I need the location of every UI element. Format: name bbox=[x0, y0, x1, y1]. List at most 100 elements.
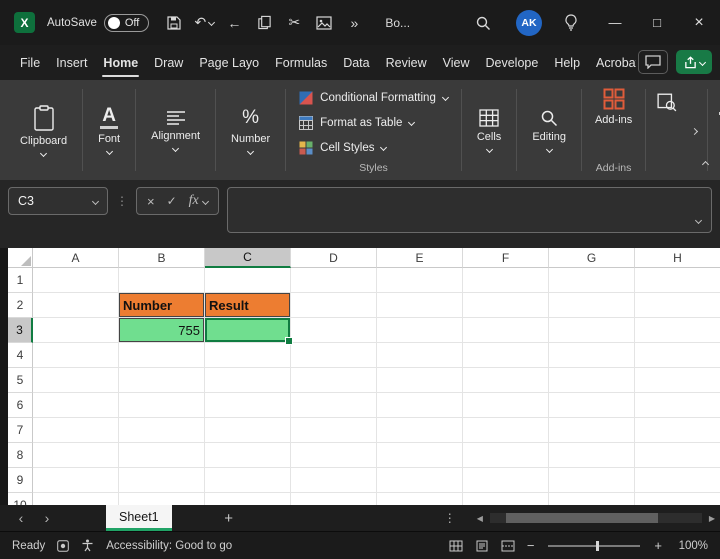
cell-F7[interactable] bbox=[463, 418, 549, 443]
cell-G3[interactable] bbox=[549, 318, 635, 343]
cell-A2[interactable] bbox=[33, 293, 119, 318]
tab-help[interactable]: Help bbox=[546, 45, 588, 80]
horizontal-scrollbar[interactable] bbox=[489, 513, 702, 523]
insert-function-button[interactable]: fx bbox=[189, 193, 209, 209]
macro-record-button[interactable] bbox=[57, 539, 70, 552]
close-button[interactable]: × bbox=[678, 0, 720, 45]
excel-logo-icon[interactable]: X bbox=[14, 12, 35, 33]
row-header-9[interactable]: 9 bbox=[8, 468, 33, 493]
cell-H1[interactable] bbox=[635, 268, 720, 293]
autosave-switch[interactable]: Off bbox=[103, 13, 150, 32]
search-button[interactable] bbox=[470, 9, 496, 37]
cell-H2[interactable] bbox=[635, 293, 720, 318]
accessibility-checker-button[interactable] bbox=[81, 539, 94, 552]
cell-A5[interactable] bbox=[33, 368, 119, 393]
cell-D10[interactable] bbox=[291, 493, 377, 505]
column-header-a[interactable]: A bbox=[33, 248, 119, 268]
scroll-left-button[interactable]: ◀ bbox=[472, 514, 488, 523]
maximize-button[interactable]: □ bbox=[636, 0, 678, 45]
column-header-e[interactable]: E bbox=[377, 248, 463, 268]
cell-D3[interactable] bbox=[291, 318, 377, 343]
normal-view-button[interactable] bbox=[449, 540, 463, 552]
name-box[interactable]: C3 bbox=[8, 187, 108, 215]
cell-E8[interactable] bbox=[377, 443, 463, 468]
clipped-ribbon-button[interactable]: A bbox=[711, 80, 720, 180]
editing-group-button[interactable]: Editing bbox=[520, 80, 578, 180]
cell-C7[interactable] bbox=[205, 418, 291, 443]
cell-F6[interactable] bbox=[463, 393, 549, 418]
account-avatar[interactable]: AK bbox=[516, 9, 542, 36]
comments-button[interactable] bbox=[638, 50, 668, 74]
tab-draw[interactable]: Draw bbox=[146, 45, 191, 80]
cell-B4[interactable] bbox=[119, 343, 205, 368]
cell-C5[interactable] bbox=[205, 368, 291, 393]
cell-F1[interactable] bbox=[463, 268, 549, 293]
cell-F8[interactable] bbox=[463, 443, 549, 468]
page-break-view-button[interactable] bbox=[501, 540, 515, 552]
tab-page-layo[interactable]: Page Layo bbox=[191, 45, 267, 80]
tab-develope[interactable]: Develope bbox=[477, 45, 546, 80]
new-sheet-button[interactable]: + bbox=[218, 510, 240, 527]
cell-G5[interactable] bbox=[549, 368, 635, 393]
share-button[interactable] bbox=[676, 50, 712, 74]
cell-G2[interactable] bbox=[549, 293, 635, 318]
cell-C8[interactable] bbox=[205, 443, 291, 468]
cell-E5[interactable] bbox=[377, 368, 463, 393]
scroll-right-button[interactable]: ▶ bbox=[704, 514, 720, 523]
cell-F10[interactable] bbox=[463, 493, 549, 505]
prev-sheet-button[interactable]: ‹ bbox=[8, 510, 34, 526]
cell-H5[interactable] bbox=[635, 368, 720, 393]
cell-G1[interactable] bbox=[549, 268, 635, 293]
cell-A7[interactable] bbox=[33, 418, 119, 443]
cell-C1[interactable] bbox=[205, 268, 291, 293]
cell-D5[interactable] bbox=[291, 368, 377, 393]
cell-A1[interactable] bbox=[33, 268, 119, 293]
column-header-h[interactable]: H bbox=[635, 248, 720, 268]
cell-D8[interactable] bbox=[291, 443, 377, 468]
zoom-slider-handle[interactable] bbox=[596, 540, 600, 551]
number-group-button[interactable]: % Number bbox=[219, 80, 282, 180]
tab-data[interactable]: Data bbox=[335, 45, 377, 80]
cell-D9[interactable] bbox=[291, 468, 377, 493]
picture-button[interactable] bbox=[311, 9, 337, 37]
cells-group-button[interactable]: Cells bbox=[465, 80, 513, 180]
collapse-ribbon-button[interactable] bbox=[701, 154, 710, 172]
tab-insert[interactable]: Insert bbox=[48, 45, 95, 80]
row-header-1[interactable]: 1 bbox=[8, 268, 33, 293]
row-header-3[interactable]: 3 bbox=[8, 318, 33, 343]
more-commands-button[interactable]: » bbox=[341, 9, 367, 37]
tab-formulas[interactable]: Formulas bbox=[267, 45, 335, 80]
clipboard-group-button[interactable]: Clipboard bbox=[8, 80, 79, 180]
column-header-f[interactable]: F bbox=[463, 248, 549, 268]
cell-C6[interactable] bbox=[205, 393, 291, 418]
cell-E6[interactable] bbox=[377, 393, 463, 418]
row-header-7[interactable]: 7 bbox=[8, 418, 33, 443]
cell-H6[interactable] bbox=[635, 393, 720, 418]
column-header-c[interactable]: C bbox=[205, 248, 291, 268]
select-all-button[interactable] bbox=[8, 248, 33, 268]
cell-D2[interactable] bbox=[291, 293, 377, 318]
cell-F4[interactable] bbox=[463, 343, 549, 368]
cell-B2[interactable]: Number bbox=[119, 293, 205, 318]
cell-B1[interactable] bbox=[119, 268, 205, 293]
save-button[interactable] bbox=[161, 9, 187, 37]
accessibility-status[interactable]: Accessibility: Good to go bbox=[106, 540, 232, 552]
cell-A3[interactable] bbox=[33, 318, 119, 343]
cell-E1[interactable] bbox=[377, 268, 463, 293]
cell-G4[interactable] bbox=[549, 343, 635, 368]
row-header-8[interactable]: 8 bbox=[8, 443, 33, 468]
cell-C2[interactable]: Result bbox=[205, 293, 291, 318]
zoom-in-button[interactable]: + bbox=[654, 538, 662, 553]
tab-file[interactable]: File bbox=[12, 45, 48, 80]
formula-input[interactable] bbox=[226, 187, 712, 233]
cell-E4[interactable] bbox=[377, 343, 463, 368]
cell-B3[interactable]: 755 bbox=[119, 318, 205, 343]
cell-A4[interactable] bbox=[33, 343, 119, 368]
tab-acrobat[interactable]: Acrobat bbox=[588, 45, 636, 80]
cell-E9[interactable] bbox=[377, 468, 463, 493]
cell-C4[interactable] bbox=[205, 343, 291, 368]
cut-button[interactable]: ✂ bbox=[281, 9, 307, 37]
cell-G10[interactable] bbox=[549, 493, 635, 505]
cell-A6[interactable] bbox=[33, 393, 119, 418]
font-group-button[interactable]: A Font bbox=[86, 80, 132, 180]
